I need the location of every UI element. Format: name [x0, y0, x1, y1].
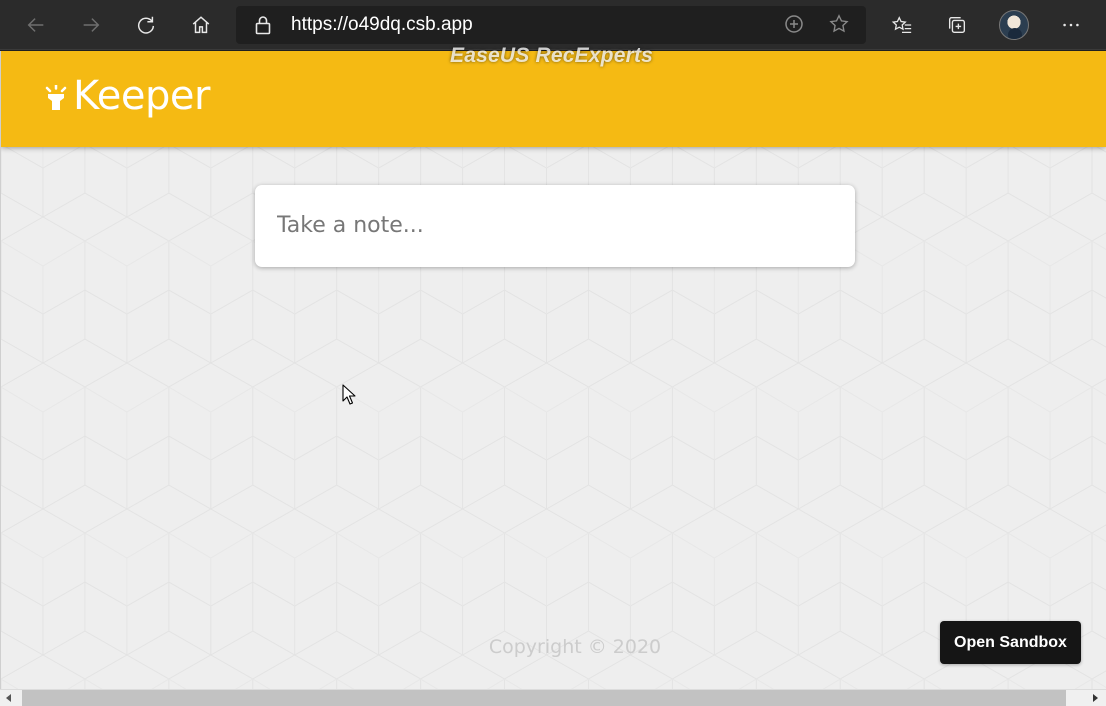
- refresh-icon[interactable]: [128, 7, 164, 43]
- browser-toolbar: https://o49dq.csb.app: [0, 0, 1106, 50]
- address-url[interactable]: https://o49dq.csb.app: [291, 14, 473, 36]
- highlight-icon: [45, 83, 69, 117]
- recorder-watermark: EaseUS RecExperts: [450, 44, 654, 67]
- lock-icon[interactable]: [254, 15, 272, 39]
- note-input[interactable]: [277, 205, 827, 245]
- app-title: Keeper: [73, 73, 210, 119]
- profile-avatar[interactable]: [999, 10, 1029, 40]
- scroll-right-icon[interactable]: [1093, 694, 1098, 702]
- open-sandbox-button[interactable]: Open Sandbox: [940, 621, 1081, 664]
- home-icon[interactable]: [183, 7, 219, 43]
- scroll-left-icon[interactable]: [6, 694, 11, 702]
- more-icon[interactable]: [1053, 7, 1089, 43]
- address-bar[interactable]: https://o49dq.csb.app: [236, 6, 866, 44]
- note-form: [255, 185, 855, 267]
- web-page: Keeper Copyright © 2020 Open Sandbox: [0, 51, 1106, 689]
- collections-icon[interactable]: [939, 7, 975, 43]
- star-icon[interactable]: [828, 13, 850, 39]
- scrollbar-thumb[interactable]: [22, 690, 1066, 706]
- horizontal-scrollbar[interactable]: [0, 689, 1106, 706]
- forward-arrow-icon[interactable]: [73, 7, 109, 43]
- back-arrow-icon[interactable]: [18, 7, 54, 43]
- mouse-cursor-icon: [342, 384, 356, 410]
- add-circle-icon[interactable]: [784, 14, 804, 38]
- favorites-icon[interactable]: [884, 7, 920, 43]
